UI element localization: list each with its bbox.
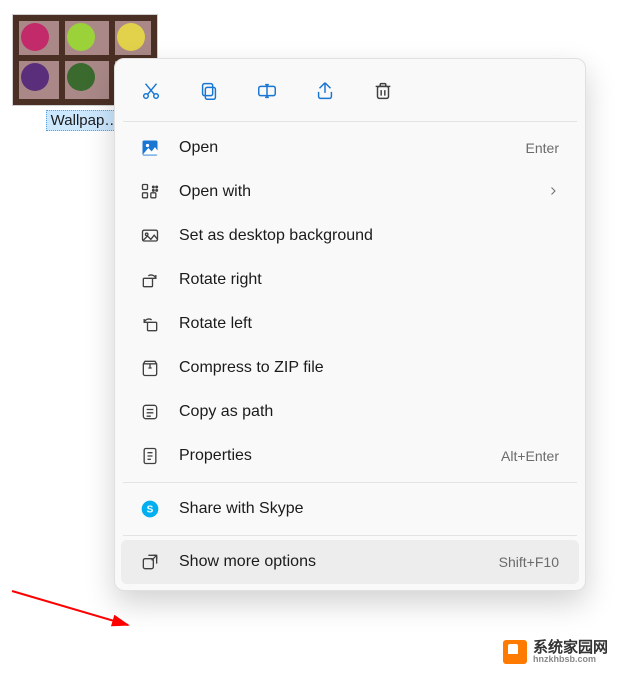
rotate-right-icon xyxy=(139,269,161,291)
watermark: 系统家园网 hnzkhbsb.com xyxy=(503,640,608,664)
menu-item-label: Open xyxy=(161,139,526,157)
menu-item-label: Properties xyxy=(161,447,501,465)
svg-text:S: S xyxy=(147,504,154,515)
open-image-icon xyxy=(139,137,161,159)
menu-item-compress-zip[interactable]: Compress to ZIP file xyxy=(121,346,579,390)
menu-item-label: Compress to ZIP file xyxy=(161,359,559,377)
open-with-icon xyxy=(139,181,161,203)
separator xyxy=(123,482,577,483)
menu-item-label: Copy as path xyxy=(161,403,559,421)
menu-item-label: Share with Skype xyxy=(161,500,559,518)
rename-icon xyxy=(256,80,278,102)
menu-item-label: Set as desktop background xyxy=(161,227,559,245)
watermark-text: 系统家园网 xyxy=(533,640,608,655)
menu-item-rotate-right[interactable]: Rotate right xyxy=(121,258,579,302)
watermark-logo-icon xyxy=(503,640,527,664)
share-button[interactable] xyxy=(313,79,337,103)
cut-icon xyxy=(140,80,162,102)
rename-button[interactable] xyxy=(255,79,279,103)
annotation-arrow xyxy=(10,583,140,643)
menu-item-open[interactable]: Open Enter xyxy=(121,126,579,170)
rotate-left-icon xyxy=(139,313,161,335)
delete-icon xyxy=(372,80,394,102)
set-background-icon xyxy=(139,225,161,247)
menu-item-show-more[interactable]: Show more options Shift+F10 xyxy=(121,540,579,584)
menu-item-accel: Shift+F10 xyxy=(499,554,559,570)
copy-button[interactable] xyxy=(197,79,221,103)
copy-path-icon xyxy=(139,401,161,423)
copy-icon xyxy=(198,80,220,102)
watermark-subtext: hnzkhbsb.com xyxy=(533,655,608,664)
separator xyxy=(123,121,577,122)
file-label: Wallpap… xyxy=(46,110,125,131)
menu-item-share-skype[interactable]: S Share with Skype xyxy=(121,487,579,531)
show-more-icon xyxy=(139,551,161,573)
menu-item-label: Rotate right xyxy=(161,271,559,289)
compress-zip-icon xyxy=(139,357,161,379)
cut-button[interactable] xyxy=(139,79,163,103)
properties-icon xyxy=(139,445,161,467)
menu-item-label: Open with xyxy=(161,183,547,201)
chevron-right-icon xyxy=(547,184,559,201)
delete-button[interactable] xyxy=(371,79,395,103)
menu-item-accel: Enter xyxy=(526,140,559,156)
skype-icon: S xyxy=(139,498,161,520)
menu-item-open-with[interactable]: Open with xyxy=(121,170,579,214)
menu-item-accel: Alt+Enter xyxy=(501,448,559,464)
menu-item-set-background[interactable]: Set as desktop background xyxy=(121,214,579,258)
menu-item-label: Show more options xyxy=(161,553,499,571)
menu-item-properties[interactable]: Properties Alt+Enter xyxy=(121,434,579,478)
context-menu: Open Enter Open with Set as desktop back… xyxy=(114,58,586,591)
share-icon xyxy=(314,80,336,102)
separator xyxy=(123,535,577,536)
menu-item-label: Rotate left xyxy=(161,315,559,333)
menu-item-rotate-left[interactable]: Rotate left xyxy=(121,302,579,346)
menu-item-copy-path[interactable]: Copy as path xyxy=(121,390,579,434)
context-menu-toolbar xyxy=(115,65,585,117)
